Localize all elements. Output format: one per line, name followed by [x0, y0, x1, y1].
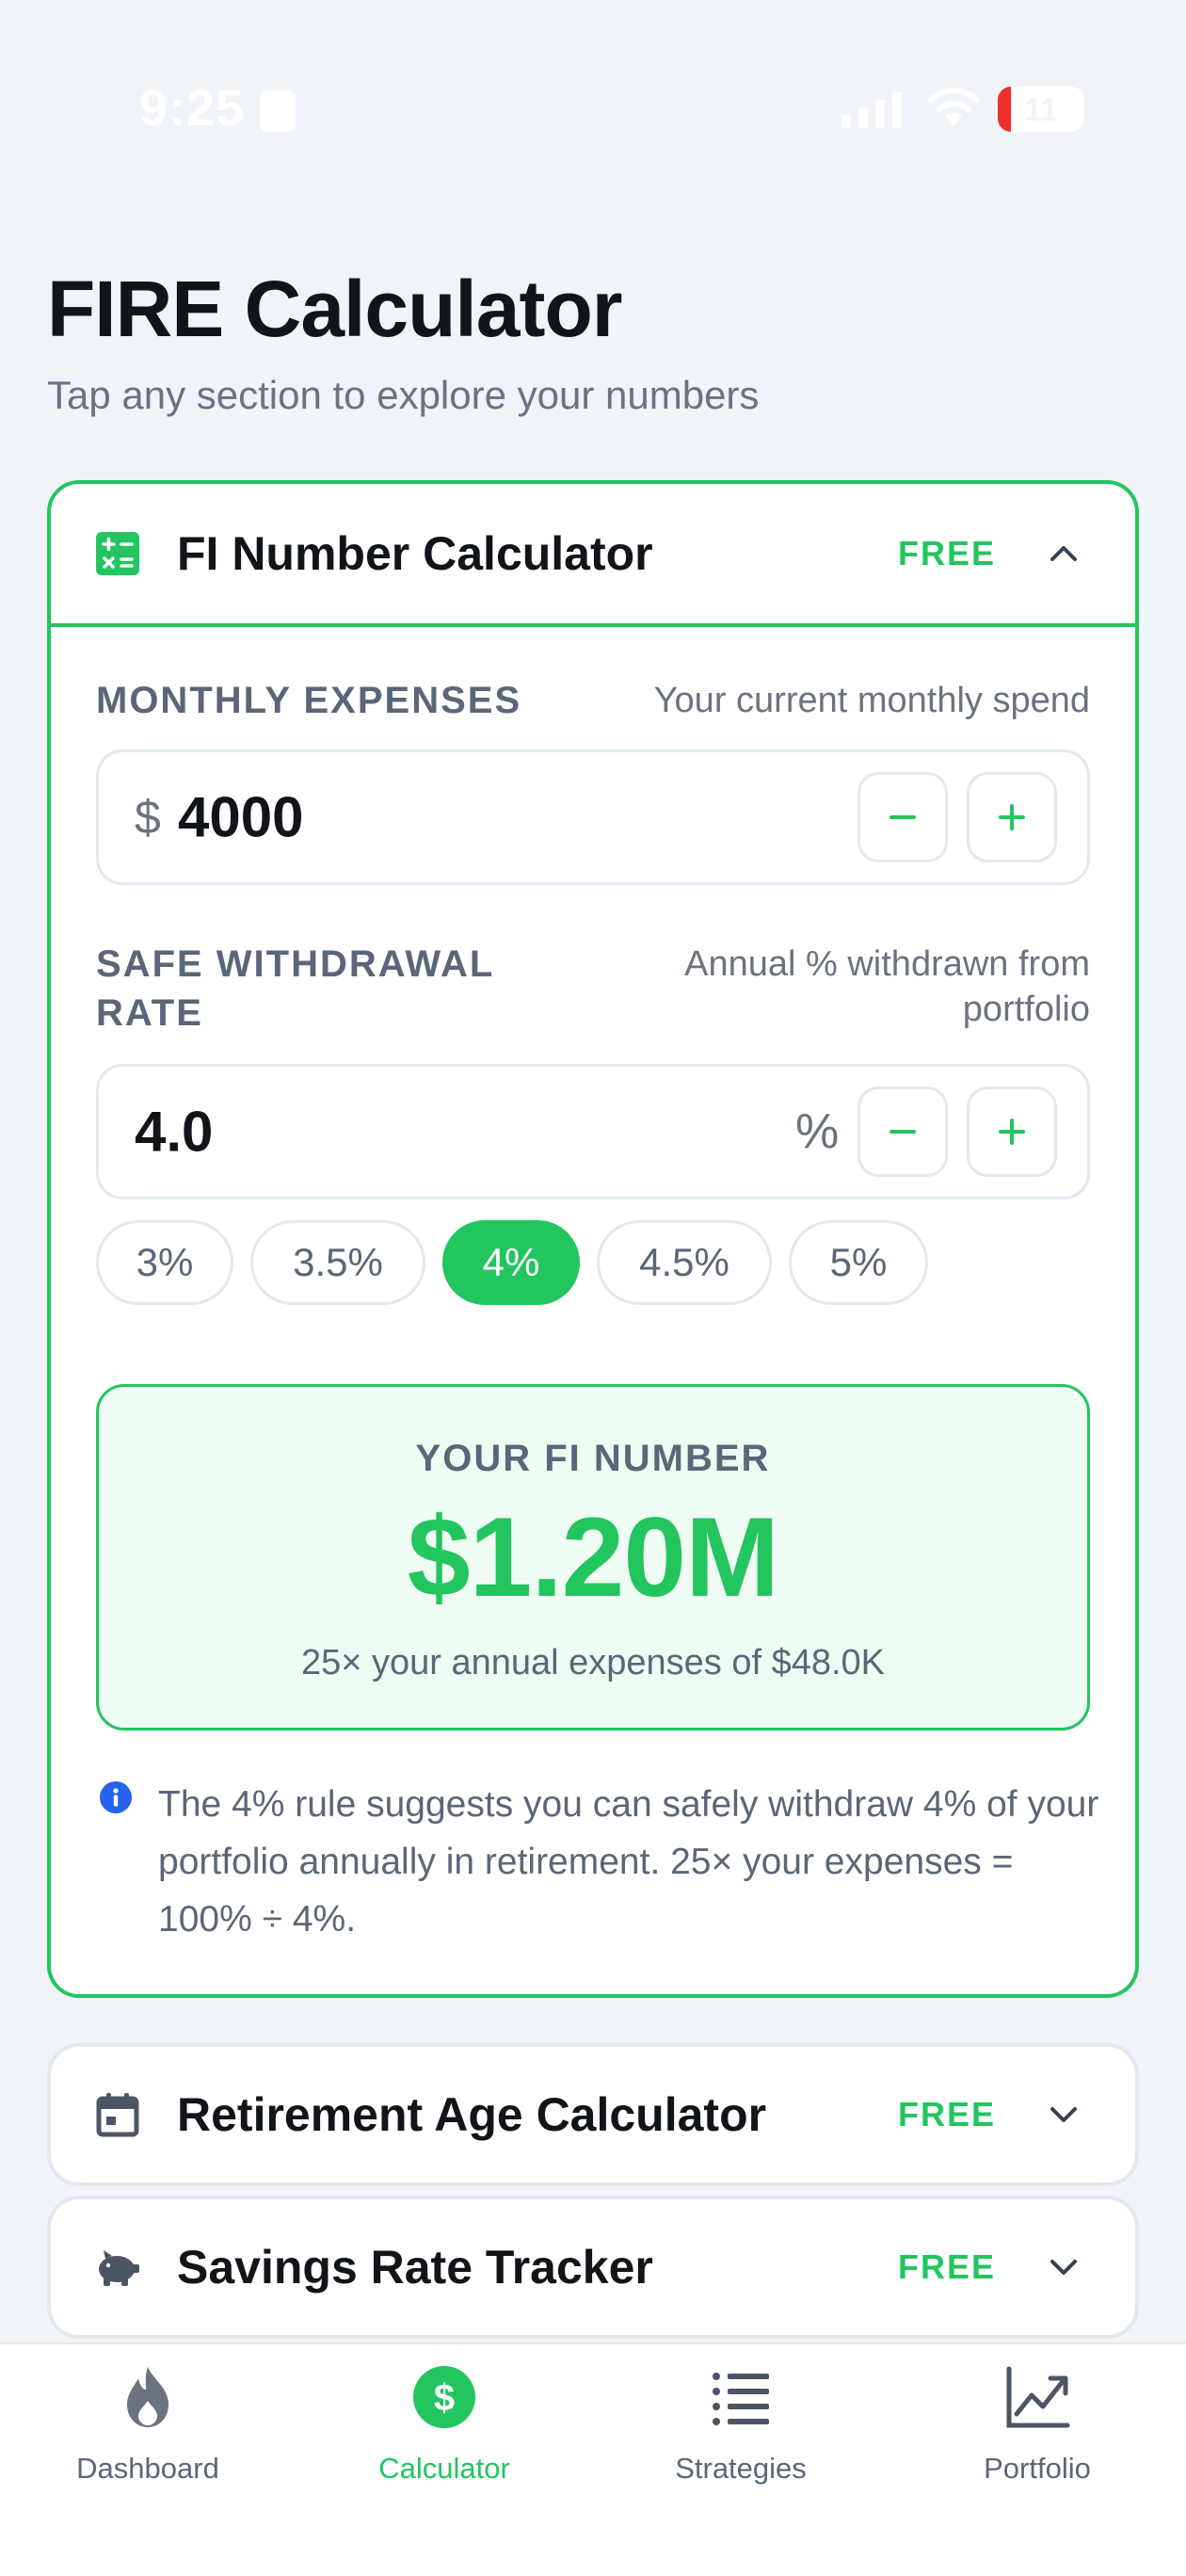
plus-icon	[999, 1119, 1025, 1145]
id-card-icon	[260, 90, 296, 132]
monthly-expenses-value[interactable]: 4000	[178, 785, 303, 850]
calculator-icon	[96, 532, 139, 575]
rate-increment-button[interactable]	[967, 1087, 1057, 1177]
nav-label: Strategies	[675, 2452, 807, 2485]
free-badge: FREE	[897, 2095, 996, 2133]
preset-chip-3[interactable]: 3%	[96, 1220, 233, 1305]
withdrawal-rate-hint-line1: Annual % withdrawn from	[684, 944, 1090, 984]
info-icon	[100, 1781, 132, 1813]
nav-label: Dashboard	[76, 2452, 219, 2485]
withdrawal-rate-input[interactable]: 4.0 %	[96, 1064, 1090, 1199]
battery-icon: 11	[998, 87, 1084, 132]
nav-dashboard[interactable]: Dashboard	[35, 2363, 261, 2504]
wifi-icon	[928, 88, 979, 126]
result-label: YOUR FI NUMBER	[415, 1438, 771, 1479]
section-fi-number[interactable]: FI Number Calculator FREE	[47, 480, 1139, 627]
nav-label: Calculator	[378, 2452, 510, 2485]
free-badge: FREE	[897, 534, 996, 572]
section-savings-rate[interactable]: Savings Rate Tracker FREE	[47, 2196, 1139, 2339]
dollar-icon: $	[413, 2366, 475, 2428]
expenses-decrement-button[interactable]	[857, 772, 948, 862]
page-subtitle: Tap any section to explore your numbers	[47, 373, 760, 417]
withdrawal-rate-label-line2: RATE	[96, 992, 203, 1034]
status-time: 9:25	[139, 80, 246, 137]
withdrawal-rate-value[interactable]: 4.0	[135, 1100, 213, 1165]
nav-label: Portfolio	[984, 2452, 1091, 2485]
bottom-nav: Dashboard $ Calculator Strategies Portfo…	[0, 2343, 1186, 2576]
piggy-bank-icon	[99, 2250, 139, 2286]
flame-icon	[127, 2367, 168, 2427]
preset-chip-4-5[interactable]: 4.5%	[597, 1220, 772, 1305]
calendar-icon	[96, 2093, 139, 2137]
chart-line-icon	[1006, 2366, 1070, 2428]
nav-calculator[interactable]: $ Calculator	[331, 2363, 557, 2504]
monthly-expenses-input[interactable]: $ 4000	[96, 749, 1090, 885]
chevron-up-icon	[1050, 546, 1077, 561]
list-icon	[713, 2373, 769, 2425]
chevron-down-icon	[1050, 2107, 1077, 2122]
section-title: Savings Rate Tracker	[177, 2241, 653, 2294]
nav-portfolio[interactable]: Portfolio	[924, 2363, 1150, 2504]
monthly-expenses-label: MONTHLY EXPENSES	[96, 680, 522, 721]
percent-suffix: %	[795, 1104, 840, 1159]
battery-level: 11	[1024, 92, 1058, 128]
signal-icon	[841, 92, 902, 128]
monthly-expenses-hint: Your current monthly spend	[653, 681, 1090, 720]
rate-decrement-button[interactable]	[857, 1087, 948, 1177]
status-bar: 9:25 11	[0, 0, 1186, 217]
expenses-increment-button[interactable]	[967, 772, 1057, 862]
minus-icon	[890, 1130, 916, 1134]
page-title: FIRE Calculator	[47, 265, 622, 353]
section-title: Retirement Age Calculator	[177, 2088, 767, 2141]
withdrawal-rate-label-line1: SAFE WITHDRAWAL	[96, 943, 495, 985]
withdrawal-rate-label: SAFE WITHDRAWAL RATE	[96, 940, 494, 1038]
section-title: FI Number Calculator	[177, 527, 653, 580]
fi-number-value: $1.20M	[407, 1494, 779, 1620]
chevron-down-icon	[1050, 2260, 1077, 2275]
withdrawal-rate-hint-line2: portfolio	[962, 990, 1090, 1029]
result-note: 25× your annual expenses of $48.0K	[300, 1643, 886, 1682]
preset-chip-5[interactable]: 5%	[789, 1220, 928, 1305]
section-retirement-age[interactable]: Retirement Age Calculator FREE	[47, 2043, 1139, 2186]
minus-icon	[890, 815, 916, 819]
withdrawal-rate-hint: Annual % withdrawn from portfolio	[684, 942, 1090, 1032]
currency-prefix: $	[135, 791, 161, 844]
fi-number-result: YOUR FI NUMBER $1.20M 25× your annual ex…	[96, 1384, 1090, 1731]
plus-icon	[999, 804, 1025, 830]
nav-strategies[interactable]: Strategies	[628, 2363, 854, 2504]
svg-text:$: $	[434, 2377, 455, 2419]
info-text: The 4% rule suggests you can safely with…	[158, 1784, 1099, 1940]
preset-chip-3-5[interactable]: 3.5%	[250, 1220, 425, 1305]
preset-chip-4[interactable]: 4%	[442, 1220, 580, 1305]
free-badge: FREE	[897, 2247, 996, 2286]
